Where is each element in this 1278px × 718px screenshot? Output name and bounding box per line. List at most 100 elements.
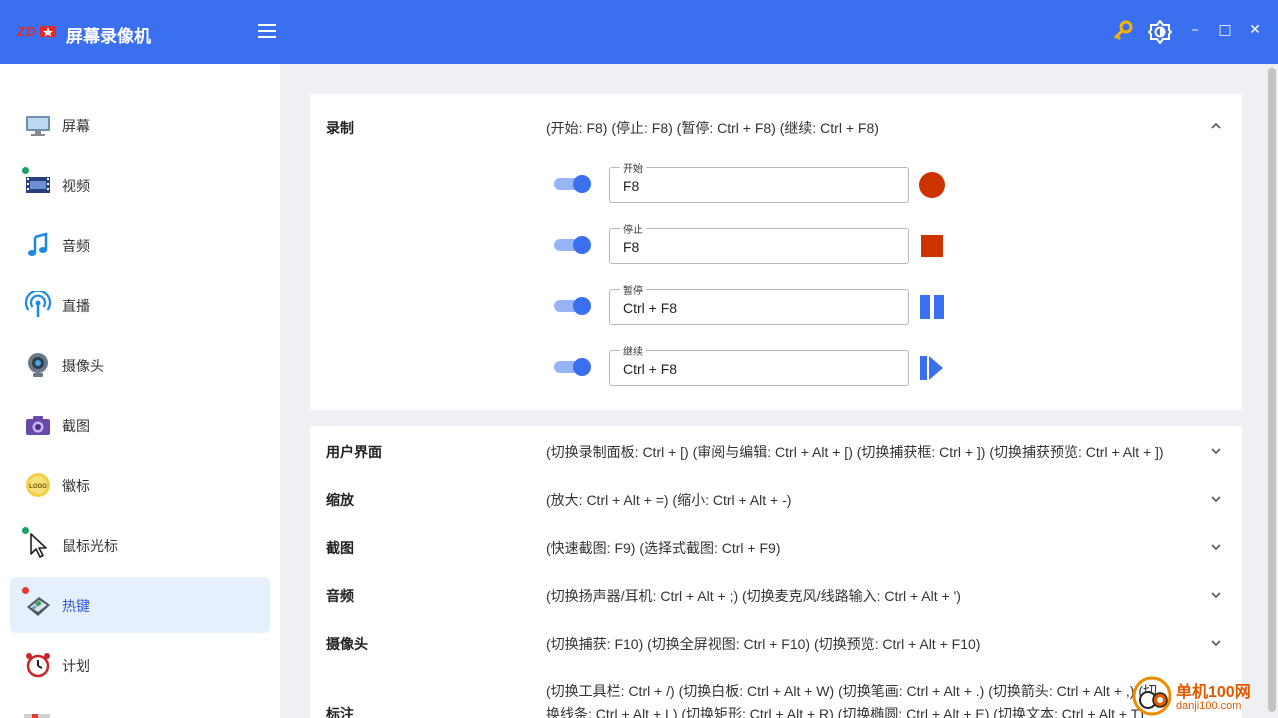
pause-icon[interactable] (918, 293, 946, 321)
section-summary-line1: (切换工具栏: Ctrl + /) (切换白板: Ctrl + Alt + W)… (546, 683, 1157, 699)
svg-text:Z: Z (16, 24, 26, 39)
sidebar-item-label: 热键 (62, 598, 90, 614)
sidebar-item-label: 徽标 (62, 478, 90, 494)
webcam-icon (28, 353, 48, 377)
watermark: 单机100网 danji100.com (1130, 672, 1278, 718)
sidebar-item-hotkeys[interactable]: 热键 (10, 577, 270, 633)
sidebar-item-label: 视频 (62, 178, 90, 194)
brightness-icon[interactable] (1148, 20, 1172, 44)
sidebar-item-label: 屏幕 (62, 118, 90, 134)
resume-hotkey-field[interactable]: 继续 Ctrl + F8 (609, 343, 909, 386)
pause-hotkey-field[interactable]: 暂停 Ctrl + F8 (609, 282, 909, 325)
start-hotkey-field[interactable]: 开始 F8 (609, 160, 909, 203)
main-panel: 录制 (开始: F8) (停止: F8) (暂停: Ctrl + F8) (继续… (280, 64, 1278, 718)
section-summary: (开始: F8) (停止: F8) (暂停: Ctrl + F8) (继续: C… (546, 120, 879, 136)
broadcast-icon (24, 291, 52, 317)
sidebar-item-label: 直播 (62, 298, 90, 314)
start-toggle[interactable] (554, 175, 592, 193)
film-icon (26, 177, 50, 193)
svg-text:LOGO: LOGO (29, 484, 47, 490)
sidebar-item-webcam[interactable]: 摄像头 (10, 337, 270, 393)
field-label: 开始 (620, 160, 646, 175)
scrollbar[interactable] (1268, 68, 1276, 712)
section-title: 用户界面 (326, 444, 382, 460)
sidebar-item-partial (24, 714, 50, 718)
music-note-icon (28, 232, 48, 256)
sidebar-item-label: 音频 (62, 238, 90, 254)
resume-toggle[interactable] (554, 358, 592, 376)
field-value: Ctrl + F8 (623, 361, 678, 377)
field-label: 暂停 (620, 282, 646, 297)
sidebar-item-video[interactable]: 视频 (10, 157, 270, 213)
section-audio[interactable]: 音频 (切换扬声器/耳机: Ctrl + Alt + ;) (切换麦克风/线路输… (310, 570, 1242, 618)
field-value: F8 (623, 178, 640, 194)
close-button[interactable]: ✕ (1247, 22, 1263, 42)
sidebar-item-audio[interactable]: 音频 (10, 217, 270, 273)
section-title: 摄像头 (326, 636, 368, 652)
chevron-down-icon[interactable] (1210, 637, 1222, 649)
section-title: 标注 (326, 706, 354, 718)
chevron-down-icon[interactable] (1210, 493, 1222, 505)
section-ui[interactable]: 用户界面 (切换录制面板: Ctrl + [) (审阅与编辑: Ctrl + A… (310, 426, 1242, 474)
chevron-up-icon[interactable] (1210, 120, 1222, 132)
section-screenshot[interactable]: 截图 (快速截图: F9) (选择式截图: Ctrl + F9) (310, 522, 1242, 570)
cursor-icon (30, 533, 47, 558)
app-title: 屏幕录像机 (66, 27, 151, 46)
maximize-button[interactable]: □ (1217, 22, 1233, 42)
section-summary: (切换捕获: F10) (切换全屏视图: Ctrl + F10) (切换预览: … (546, 636, 981, 652)
section-title: 缩放 (326, 492, 354, 508)
keyboard-icon (27, 597, 50, 616)
sidebar-item-label: 摄像头 (62, 358, 104, 374)
section-summary: (切换扬声器/耳机: Ctrl + Alt + ;) (切换麦克风/线路输入: … (546, 588, 961, 604)
sidebar-item-schedule[interactable]: 计划 (10, 637, 270, 693)
sidebar: 屏幕 视频 音频 直播 摄像头 截图 LOGO 徽标 鼠标光标 热键 计划 (0, 64, 280, 718)
watermark-text: 单机100网 (1176, 684, 1251, 701)
sidebar-item-label: 截图 (62, 418, 90, 434)
hotkey-row-start: 开始 F8 (554, 160, 954, 205)
watermark-url: danji100.com (1176, 700, 1242, 712)
hotkey-row-resume: 继续 Ctrl + F8 (554, 343, 954, 388)
stop-icon[interactable] (918, 232, 946, 260)
chevron-down-icon[interactable] (1210, 445, 1222, 457)
stop-toggle[interactable] (554, 236, 592, 254)
section-annotation[interactable]: 标注 (切换工具栏: Ctrl + /) (切换白板: Ctrl + Alt +… (310, 666, 1242, 718)
watermark-logo-icon (1132, 676, 1172, 716)
hotkey-row-stop: 停止 F8 (554, 221, 954, 266)
monitor-icon (26, 116, 50, 136)
section-title: 音频 (326, 588, 354, 604)
record-icon[interactable] (918, 171, 946, 199)
section-webcam[interactable]: 摄像头 (切换捕获: F10) (切换全屏视图: Ctrl + F10) (切换… (310, 618, 1242, 666)
resume-icon[interactable] (918, 354, 946, 382)
sidebar-item-label: 鼠标光标 (62, 538, 118, 554)
hotkey-row-pause: 暂停 Ctrl + F8 (554, 282, 954, 327)
sidebar-item-logo[interactable]: LOGO 徽标 (10, 457, 270, 513)
sidebar-item-live[interactable]: 直播 (10, 277, 270, 333)
hotkey-sections-card: 用户界面 (切换录制面板: Ctrl + [) (审阅与编辑: Ctrl + A… (310, 426, 1242, 718)
record-card: 录制 (开始: F8) (停止: F8) (暂停: Ctrl + F8) (继续… (310, 94, 1242, 410)
sidebar-item-label: 计划 (62, 658, 90, 674)
title-bar: Z D 屏幕录像机 – □ ✕ (0, 0, 1278, 64)
chevron-down-icon[interactable] (1210, 541, 1222, 553)
alarm-clock-icon (26, 653, 50, 678)
camera-icon (26, 416, 50, 435)
hamburger-icon[interactable] (258, 24, 278, 40)
sidebar-item-cursor[interactable]: 鼠标光标 (10, 517, 270, 573)
field-value: Ctrl + F8 (623, 300, 678, 316)
section-zoom[interactable]: 缩放 (放大: Ctrl + Alt + =) (缩小: Ctrl + Alt … (310, 474, 1242, 522)
field-value: F8 (623, 239, 640, 255)
section-title: 录制 (326, 120, 354, 136)
sidebar-item-screen[interactable]: 屏幕 (10, 97, 270, 153)
pause-toggle[interactable] (554, 297, 592, 315)
logo-badge-icon: LOGO (26, 473, 50, 497)
section-title: 截图 (326, 540, 354, 556)
minimize-button[interactable]: – (1187, 22, 1203, 42)
chevron-down-icon[interactable] (1210, 589, 1222, 601)
sidebar-item-screenshot[interactable]: 截图 (10, 397, 270, 453)
field-label: 停止 (620, 221, 646, 236)
section-summary: (快速截图: F9) (选择式截图: Ctrl + F9) (546, 540, 781, 556)
stop-hotkey-field[interactable]: 停止 F8 (609, 221, 909, 264)
app-logo: Z D (16, 24, 58, 39)
section-summary-line2: 换线条: Ctrl + Alt + L) (切换矩形: Ctrl + Alt +… (546, 706, 1144, 718)
svg-text:D: D (26, 24, 36, 39)
key-icon[interactable] (1112, 20, 1134, 42)
